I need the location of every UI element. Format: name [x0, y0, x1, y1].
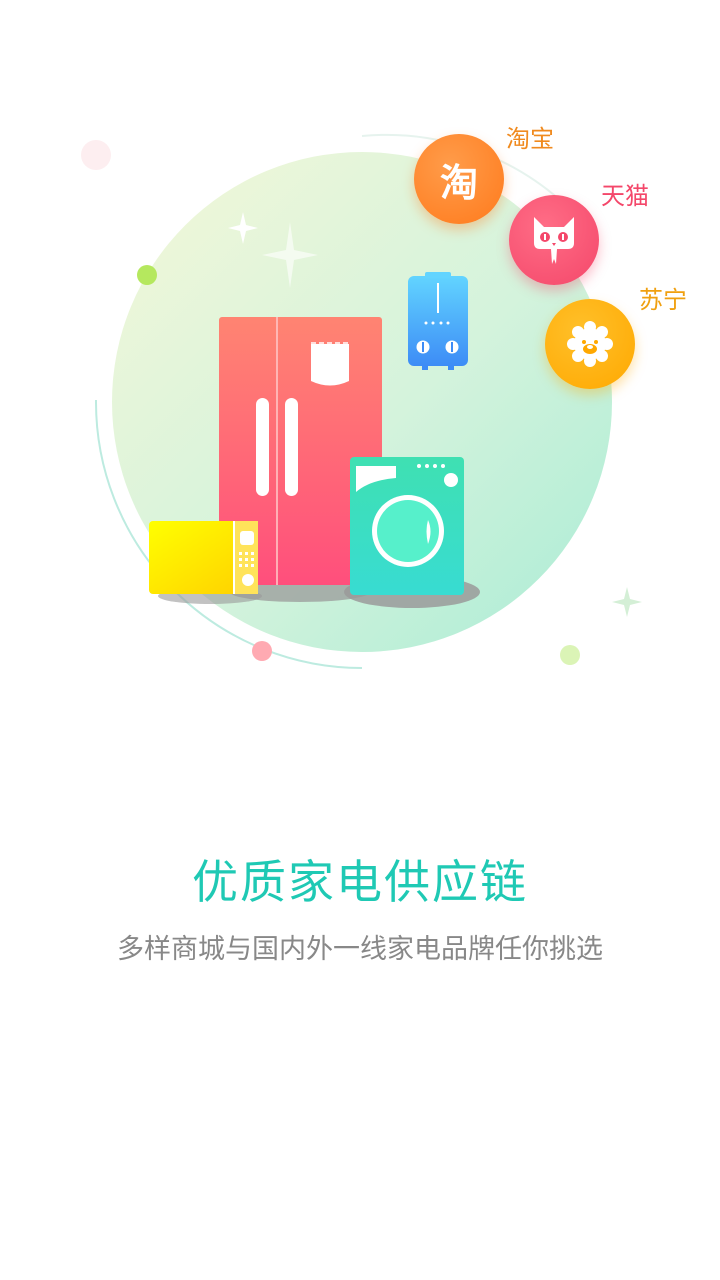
washing-machine-icon	[350, 457, 464, 595]
suning-lion-icon	[567, 321, 613, 367]
taobao-logo-icon: 淘	[439, 160, 478, 205]
tmall-badge[interactable]	[509, 195, 599, 285]
sparkle-icon	[612, 587, 642, 617]
suning-label: 苏宁	[639, 286, 687, 314]
decor-dot	[560, 645, 580, 665]
decor-dot	[137, 265, 157, 285]
onboarding-screen: 淘 淘宝 天猫 苏宁 优质家电供应链 多样商城与国内外一线家电品牌任你挑选	[0, 0, 720, 1280]
decor-dot	[81, 140, 111, 170]
taobao-badge[interactable]: 淘	[414, 134, 504, 224]
decor-dot	[252, 641, 272, 661]
suning-badge[interactable]	[545, 299, 635, 389]
taobao-label: 淘宝	[506, 125, 554, 153]
page-title: 优质家电供应链	[192, 855, 528, 909]
microwave-icon	[149, 521, 258, 594]
water-heater-icon	[408, 272, 468, 370]
tmall-label: 天猫	[601, 182, 649, 210]
tmall-cat-icon	[534, 217, 574, 264]
page-subtitle: 多样商城与国内外一线家电品牌任你挑选	[117, 934, 603, 965]
